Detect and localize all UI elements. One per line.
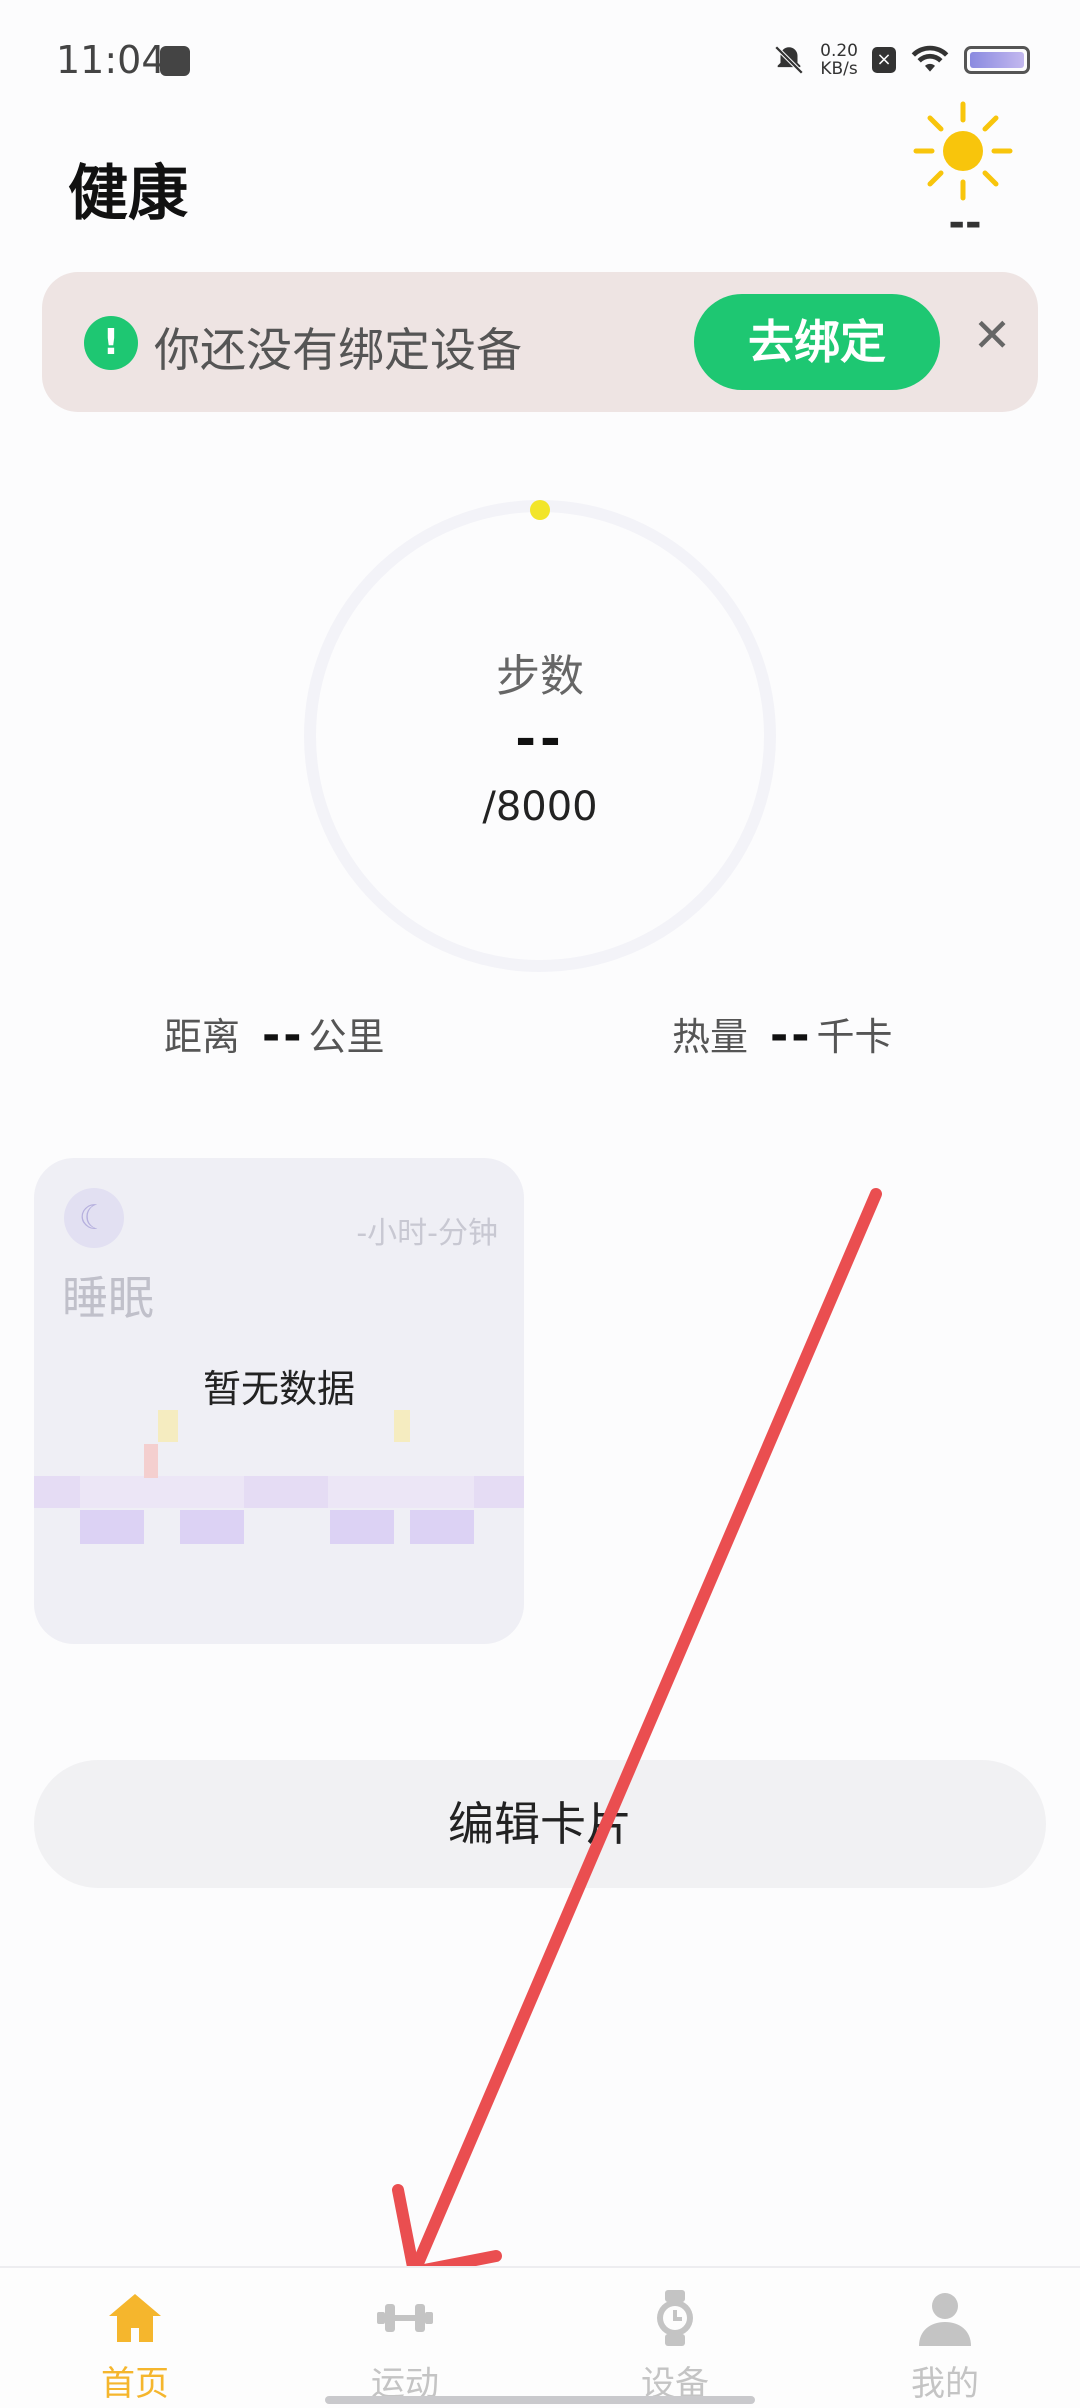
sleep-chart-bar: [244, 1476, 328, 1508]
no-sim-icon: ×: [872, 47, 896, 73]
steps-value: --: [515, 710, 565, 768]
message-notification-icon: [160, 46, 190, 76]
alert-icon: !: [84, 316, 138, 370]
sleep-chart-bar: [474, 1476, 524, 1508]
bind-device-banner: ! 你还没有绑定设备 去绑定 ✕: [42, 272, 1038, 412]
status-time: 11:04: [56, 38, 166, 82]
distance-value: --: [262, 1010, 305, 1061]
sleep-duration: -小时-分钟: [356, 1216, 498, 1251]
nav-label-mine: 我的: [911, 2364, 979, 2404]
battery-icon: [964, 46, 1030, 74]
sleep-empty-text: 暂无数据: [202, 1367, 355, 1411]
sleep-chart-bar: [410, 1510, 474, 1544]
sleep-chart-bar: [330, 1510, 394, 1544]
nav-item-device[interactable]: 设备: [540, 2268, 810, 2408]
progress-indicator-dot: [530, 500, 550, 520]
wifi-icon: [911, 45, 949, 72]
network-speed-unit: KB/s: [820, 59, 858, 79]
sleep-chart-bar: [394, 1410, 410, 1442]
bind-device-message: 你还没有绑定设备: [154, 323, 522, 377]
silent-bell-icon: [774, 45, 804, 75]
status-indicators: 0.20 KB/s ×: [772, 42, 1030, 78]
weather-temperature: --: [948, 200, 982, 246]
calorie-metric: 热量 -- 千卡: [672, 1006, 893, 1061]
nav-item-mine[interactable]: 我的: [810, 2268, 1080, 2408]
watch-icon: [657, 2290, 693, 2346]
sleep-chart-bar: [80, 1510, 144, 1544]
bind-device-button[interactable]: 去绑定: [694, 294, 940, 390]
nav-label-home: 首页: [101, 2364, 169, 2404]
network-speed-value: 0.20: [820, 41, 858, 61]
sleep-chart-bar: [180, 1510, 244, 1544]
person-icon: [919, 2293, 971, 2346]
dumbbell-icon: [377, 2304, 433, 2332]
home-icon: [109, 2294, 161, 2342]
steps-goal: /8000: [482, 784, 598, 830]
page-title: 健康: [68, 159, 188, 229]
steps-label: 步数: [496, 651, 584, 702]
sleep-chart-bar: [158, 1410, 178, 1442]
edit-cards-button[interactable]: 编辑卡片: [34, 1760, 1046, 1888]
calorie-label: 热量: [672, 1015, 749, 1059]
nav-item-home[interactable]: 首页: [0, 2268, 270, 2408]
sleep-title: 睡眠: [62, 1271, 154, 1325]
distance-metric: 距离 -- 公里: [164, 1006, 385, 1061]
calorie-value: --: [770, 1010, 813, 1061]
nav-item-sport[interactable]: 运动: [270, 2268, 540, 2408]
sleep-chart-bar: [144, 1444, 158, 1478]
calorie-unit: 千卡: [816, 1015, 893, 1059]
network-speed: 0.20 KB/s: [820, 42, 858, 78]
home-indicator[interactable]: [325, 2396, 755, 2404]
distance-unit: 公里: [308, 1015, 385, 1059]
distance-label: 距离: [164, 1015, 241, 1059]
moon-icon: ☾: [64, 1188, 124, 1248]
sleep-chart-bar: [34, 1476, 80, 1508]
close-icon[interactable]: ✕: [962, 308, 1022, 362]
sleep-card[interactable]: ☾ -小时-分钟 睡眠 暂无数据: [34, 1158, 524, 1644]
battery-level: [970, 52, 1024, 68]
bottom-navigation: 首页 运动 设备 我的: [0, 2266, 1080, 2408]
sun-icon[interactable]: [908, 96, 1018, 206]
